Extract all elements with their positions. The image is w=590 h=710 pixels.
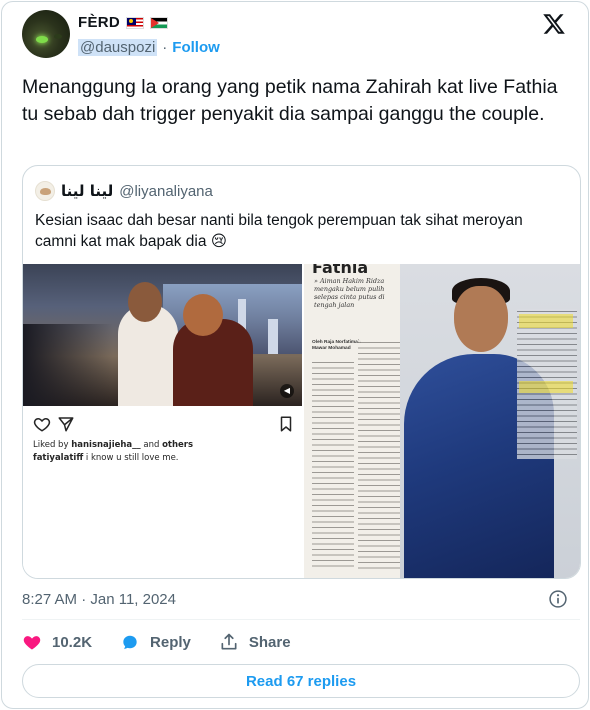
author-name-row: FÈRD (78, 14, 169, 31)
share-upload-icon (221, 633, 237, 650)
quoted-author-avatar (35, 181, 55, 201)
reply-bubble-icon (123, 635, 137, 650)
malaysia-flag-icon (126, 16, 145, 29)
read-replies-button[interactable]: Read 67 replies (22, 664, 580, 698)
action-bar: 10.2K Reply Share (22, 630, 319, 654)
quoted-author-handle: @liyanaliyana (119, 182, 213, 200)
info-icon[interactable] (548, 589, 568, 609)
heart-outline-icon (33, 417, 51, 432)
like-count: 10.2K (52, 633, 93, 651)
divider (22, 619, 580, 620)
instagram-action-row (33, 415, 295, 435)
bookmark-icon (280, 416, 292, 432)
magazine-clipping-image[interactable]: Fathia » Aiman Hakim Ridza mengaku belum… (304, 264, 580, 578)
share-button[interactable]: Share (219, 632, 291, 652)
instagram-caption: fatiyalatiff i know u still love me. (33, 453, 179, 463)
heart-filled-icon (23, 636, 41, 650)
quoted-tweet-text: Kesian isaac dah besar nanti bila tengok… (35, 212, 523, 250)
mute-icon: ◀ (280, 384, 294, 398)
couple-photo: ◀ (23, 264, 302, 406)
tweet-card: FÈRD @dauspozi · Follow Menanggung la or… (1, 1, 589, 709)
send-icon (58, 417, 74, 432)
tweet-text: Menanggung la orang yang petik nama Zahi… (22, 76, 558, 125)
magazine-title: Fathia (312, 264, 369, 277)
separator-dot: · (162, 39, 168, 56)
follow-button[interactable]: Follow (172, 39, 220, 56)
quoted-media[interactable]: ◀ Liked by hanisnajieha__ and others fat… (23, 264, 580, 578)
quoted-tweet-header: لينا لينا @liyanaliyana (35, 181, 213, 201)
author-avatar[interactable] (22, 10, 70, 58)
share-label: Share (248, 633, 291, 651)
magazine-subtitle: » Aiman Hakim Ridza mengaku belum pulih … (314, 277, 385, 309)
magazine-text-column (312, 360, 354, 570)
quoted-author-name: لينا لينا (61, 182, 114, 200)
magazine-text-column (358, 340, 400, 570)
x-logo-icon[interactable] (542, 12, 566, 36)
tweet-timestamp[interactable]: 8:27 AM · Jan 11, 2024 (22, 591, 176, 608)
author-display-name[interactable]: FÈRD (78, 14, 120, 31)
like-button[interactable]: 10.2K (22, 632, 92, 652)
instagram-screenshot-image[interactable]: ◀ Liked by hanisnajieha__ and others fat… (23, 264, 302, 578)
palestine-flag-icon (150, 16, 169, 29)
author-handle-row: @dauspozi · Follow (78, 39, 220, 56)
reply-label: Reply (150, 633, 191, 651)
author-handle[interactable]: @dauspozi (78, 39, 158, 56)
reply-button[interactable]: Reply (120, 632, 191, 652)
instagram-liked-by: Liked by hanisnajieha__ and others (33, 440, 194, 450)
quoted-tweet[interactable]: لينا لينا @liyanaliyana Kesian isaac dah… (22, 165, 581, 579)
